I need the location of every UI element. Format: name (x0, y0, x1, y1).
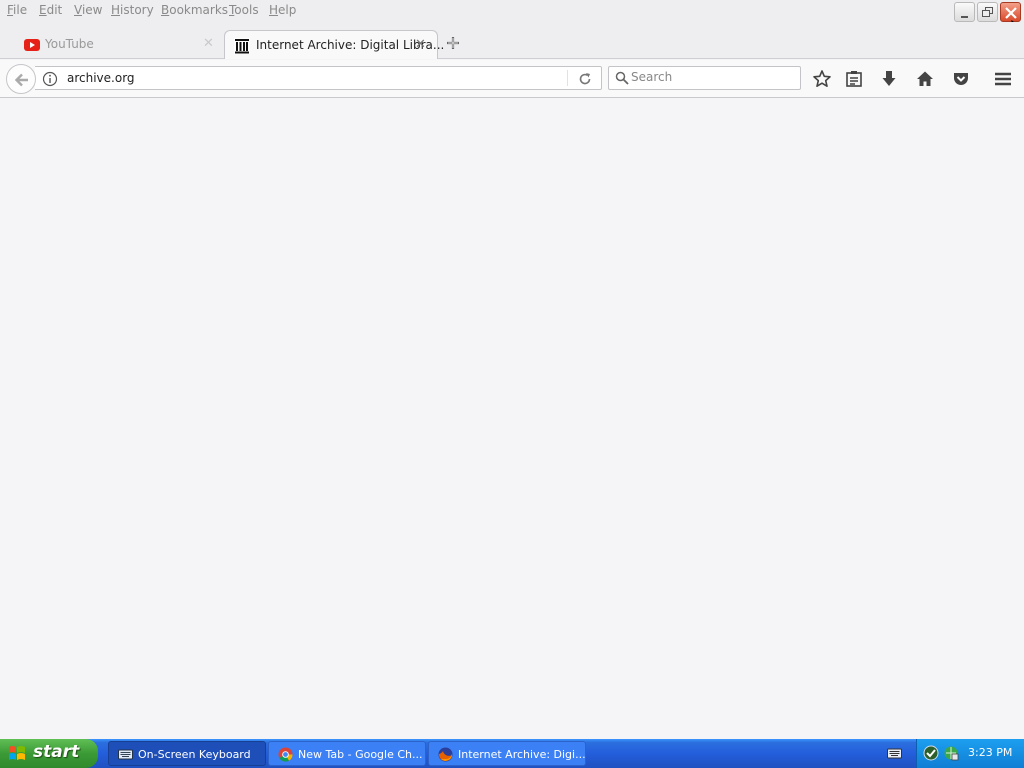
close-icon (1005, 7, 1017, 19)
keyboard-tray-icon[interactable] (887, 746, 902, 761)
pocket-icon[interactable] (951, 69, 971, 89)
security-shield-icon[interactable] (923, 745, 939, 761)
network-icon[interactable] (943, 745, 959, 761)
taskbar-item-on-screen-keyboard[interactable]: On-Screen Keyboard (108, 741, 266, 766)
start-label: start (33, 742, 80, 762)
menu-tools[interactable]: Tools (229, 3, 259, 17)
taskbar-item-label: Internet Archive: Digi... (458, 748, 586, 761)
url-text[interactable]: archive.org (67, 71, 135, 85)
hamburger-menu-icon[interactable] (993, 69, 1013, 89)
reading-list-icon[interactable] (844, 69, 864, 89)
search-bar[interactable] (608, 66, 801, 90)
keyboard-icon (118, 749, 133, 760)
internet-archive-icon (234, 38, 250, 54)
taskbar-item-firefox[interactable]: Internet Archive: Digi... (428, 741, 586, 766)
restore-icon (982, 7, 993, 17)
restore-button[interactable] (977, 2, 998, 22)
windows-logo-icon (9, 746, 25, 760)
tab-strip: YouTube ✕ Internet Archive: Digital Libr… (0, 22, 1024, 59)
home-icon[interactable] (915, 69, 935, 89)
taskbar-item-label: New Tab - Google Ch... (298, 748, 423, 761)
taskbar-item-chrome[interactable]: New Tab - Google Ch... (268, 741, 426, 766)
search-input[interactable] (631, 70, 791, 84)
minimize-button[interactable] (954, 2, 975, 22)
youtube-icon (24, 39, 40, 51)
menu-bookmarks[interactable]: Bookmarks (161, 3, 228, 17)
tab-youtube[interactable]: YouTube ✕ (0, 30, 226, 59)
chrome-icon (278, 747, 293, 762)
search-icon (615, 71, 629, 85)
taskbar-item-label: On-Screen Keyboard (138, 748, 251, 761)
url-bar-divider (567, 70, 568, 86)
url-bar[interactable]: archive.org (35, 66, 602, 90)
bookmark-star-icon[interactable] (812, 69, 832, 89)
close-window-button[interactable] (1000, 2, 1021, 22)
tab-label: YouTube (45, 37, 94, 51)
menu-file[interactable]: File (7, 3, 27, 17)
info-icon[interactable] (42, 71, 58, 87)
download-arrow-icon[interactable] (879, 69, 899, 89)
menu-view[interactable]: View (74, 3, 102, 17)
firefox-icon (438, 747, 453, 762)
menu-bar: File Edit View History Bookmarks Tools H… (0, 0, 1024, 38)
reload-icon[interactable] (577, 71, 593, 87)
minimize-icon (961, 16, 968, 18)
tab-close-button[interactable]: ✕ (415, 37, 426, 52)
menu-history[interactable]: History (111, 3, 154, 17)
back-button[interactable] (6, 64, 36, 94)
start-button[interactable]: start (0, 739, 98, 768)
back-arrow-icon (14, 73, 28, 87)
new-tab-plus-icon[interactable] (445, 35, 461, 51)
tab-internet-archive[interactable]: Internet Archive: Digital Libra... ✕ (224, 30, 444, 59)
page-content-area[interactable] (0, 99, 1024, 739)
clock[interactable]: 3:23 PM (968, 746, 1012, 759)
tab-close-button[interactable]: ✕ (203, 36, 214, 51)
system-tray: 3:23 PM (916, 739, 1024, 768)
menu-edit[interactable]: Edit (39, 3, 62, 17)
windows-taskbar: start On-Screen Keyboard New Tab - Googl… (0, 739, 1024, 768)
menu-help[interactable]: Help (269, 3, 296, 17)
navigation-toolbar: archive.org (0, 60, 1024, 98)
